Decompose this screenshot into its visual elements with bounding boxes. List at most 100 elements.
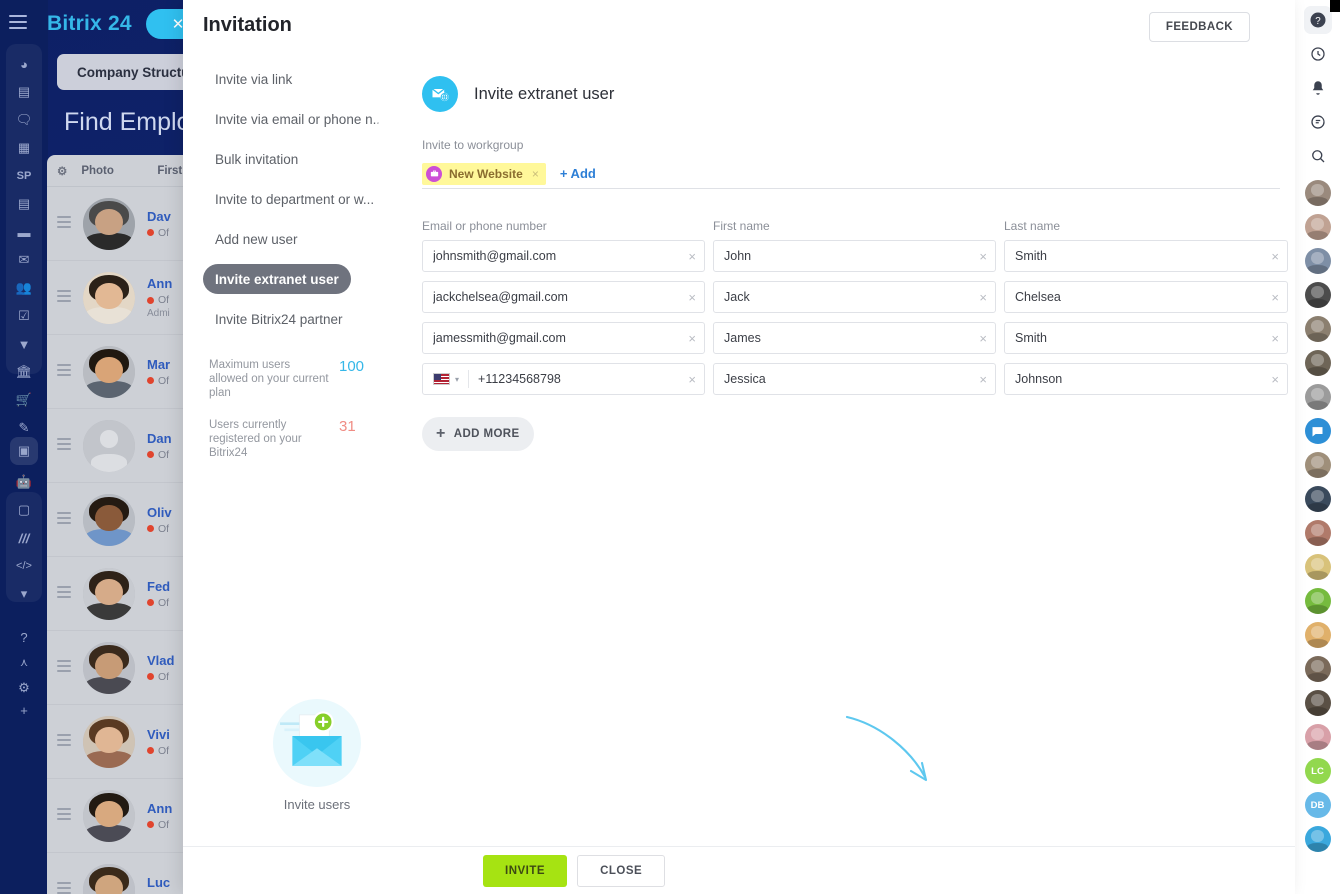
avatar [83, 419, 135, 472]
developer-code-icon[interactable]: </> [12, 554, 36, 578]
crm-funnel-icon[interactable]: ▼ [12, 332, 36, 356]
clear-icon[interactable]: × [973, 331, 987, 346]
nav-item-invite-via-email-or-phone-n[interactable]: Invite via email or phone n... [203, 104, 379, 134]
employee-name[interactable]: Ann [147, 276, 172, 291]
employee-name[interactable]: Fed [147, 579, 170, 594]
contact-input[interactable]: ▾ +11234568798 × [422, 363, 705, 395]
workgroup-field[interactable]: New Website × + Add [422, 159, 1280, 189]
first-name-input[interactable]: Jack × [713, 281, 996, 313]
clear-icon[interactable]: × [682, 290, 696, 305]
add-more-button[interactable]: + ADD MORE [422, 417, 534, 451]
contact-input[interactable]: jackchelsea@gmail.com × [422, 281, 705, 313]
news-icon[interactable]: ▤ [12, 80, 36, 104]
shop-cart-icon[interactable]: 🛒 [12, 388, 36, 412]
drag-handle-icon[interactable] [57, 882, 71, 894]
last-name-input[interactable]: Johnson × [1004, 363, 1288, 395]
more-chevron-icon[interactable]: ▾ [12, 582, 36, 606]
contact-input[interactable]: jamessmith@gmail.com × [422, 322, 705, 354]
clear-icon[interactable]: × [973, 249, 987, 264]
close-button[interactable]: CLOSE [577, 854, 666, 887]
company-icon[interactable]: 🏛 [12, 360, 36, 384]
employee-info: Ann Of Admi [147, 276, 172, 319]
drag-handle-icon[interactable] [57, 512, 71, 527]
first-name-input[interactable]: Jessica × [713, 363, 996, 395]
drag-handle-icon[interactable] [57, 586, 71, 601]
employee-info: Dav Of [147, 209, 171, 239]
nav-item-add-new-user[interactable]: Add new user [203, 224, 310, 254]
clear-icon[interactable]: × [682, 372, 696, 387]
nav-item-invite-extranet-user[interactable]: Invite extranet user [203, 264, 351, 294]
drag-handle-icon[interactable] [57, 734, 71, 749]
clear-icon[interactable]: × [1265, 331, 1279, 346]
divider [468, 370, 470, 388]
employee-name[interactable]: Dav [147, 209, 171, 224]
feedback-button[interactable]: FEEDBACK [1148, 12, 1250, 42]
contacts-card-icon[interactable]: ▣ [10, 437, 38, 465]
first-name-input[interactable]: John × [713, 240, 996, 272]
nav-item-invite-to-department-or-w[interactable]: Invite to department or w... [203, 184, 379, 214]
help-icon[interactable]: ? [12, 625, 36, 649]
employee-name[interactable]: Vlad [147, 653, 174, 668]
plan-stat-label: Users currently registered on your Bitri… [209, 419, 302, 459]
live-feed-icon[interactable]: ◕ [12, 52, 36, 76]
clear-icon[interactable]: × [1265, 290, 1279, 305]
invite-button[interactable]: INVITE [483, 854, 568, 887]
sp-icon[interactable]: SP [12, 164, 36, 188]
clear-icon[interactable]: × [1265, 372, 1279, 387]
nav-item-invite-bitrix24-partner[interactable]: Invite Bitrix24 partner [203, 304, 355, 334]
first-name-input[interactable]: James × [713, 322, 996, 354]
add-workgroup-button[interactable]: + Add [560, 166, 596, 181]
employee-name[interactable]: Ann [147, 801, 172, 816]
employee-name[interactable]: Dan [147, 431, 172, 446]
employee-status: Of [147, 375, 170, 387]
last-name-input[interactable]: Smith × [1004, 240, 1288, 272]
help-icon[interactable]: ? [1303, 6, 1332, 34]
documents-icon[interactable]: ▤ [12, 192, 36, 216]
employee-name[interactable]: Mar [147, 357, 170, 372]
menu-hamburger-icon[interactable] [9, 15, 27, 33]
workgroup-tag[interactable]: New Website × [422, 162, 546, 185]
employee-name[interactable]: Luc [147, 875, 170, 890]
automation-icon[interactable]: ⋏ [12, 650, 36, 674]
clear-icon[interactable]: × [973, 372, 987, 387]
calendar-icon[interactable]: ▦ [12, 136, 36, 160]
mail-icon[interactable]: ✉ [12, 248, 36, 272]
employees-icon[interactable]: 👥 [12, 276, 36, 300]
workgroup-tag-remove-icon[interactable]: × [532, 167, 539, 181]
last-name-input[interactable]: Smith × [1004, 322, 1288, 354]
storage-icon[interactable]: ▢ [12, 498, 36, 522]
us-flag-icon[interactable] [433, 373, 450, 385]
chat-icon[interactable]: 🗨 [12, 108, 36, 132]
settings-gear-icon[interactable]: ⚙ [12, 676, 36, 700]
bot-icon[interactable]: 🤖 [12, 470, 36, 494]
add-icon[interactable]: + [12, 698, 36, 722]
chevron-down-icon[interactable]: ▾ [455, 375, 459, 384]
clear-icon[interactable]: × [682, 331, 696, 346]
drive-icon[interactable]: ▬ [12, 220, 36, 244]
drag-handle-icon[interactable] [57, 290, 71, 305]
analytics-icon[interactable]: /// [12, 526, 36, 550]
drag-handle-icon[interactable] [57, 364, 71, 379]
drag-handle-icon[interactable] [57, 438, 71, 453]
status-dot-icon [147, 296, 154, 304]
drag-handle-icon[interactable] [57, 216, 71, 231]
clear-icon[interactable]: × [973, 290, 987, 305]
last-name-input[interactable]: Chelsea × [1004, 281, 1288, 313]
employee-name[interactable]: Oliv [147, 505, 172, 520]
first-name-value: Jessica [724, 372, 766, 386]
employee-name[interactable]: Vivi [147, 727, 170, 742]
gear-icon[interactable]: ⚙ [57, 164, 67, 178]
contact-input[interactable]: johnsmith@gmail.com × [422, 240, 705, 272]
status-dot-icon [147, 747, 154, 754]
clear-icon[interactable]: × [1265, 249, 1279, 264]
nav-item-invite-via-link[interactable]: Invite via link [203, 64, 304, 94]
drag-handle-icon[interactable] [57, 808, 71, 823]
clear-icon[interactable]: × [682, 249, 696, 264]
modal-footer: INVITE CLOSE [183, 846, 1295, 894]
tasks-icon[interactable]: ☑ [12, 304, 36, 328]
modal-title: Invitation [203, 14, 292, 36]
drag-handle-icon[interactable] [57, 660, 71, 675]
nav-item-bulk-invitation[interactable]: Bulk invitation [203, 144, 310, 174]
invitee-rows-container: johnsmith@gmail.com × John × Smith × jackchels… [422, 240, 1288, 395]
employee-status: Of [147, 671, 174, 683]
